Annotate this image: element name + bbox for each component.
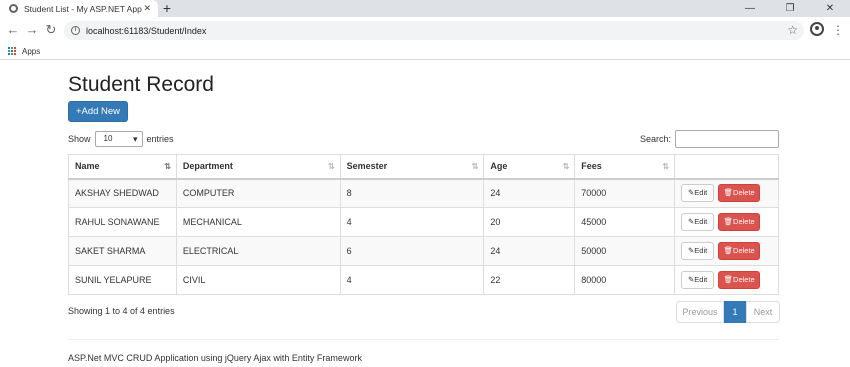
cell-department: COMPUTER <box>175 178 341 208</box>
edit-button[interactable]: ✎Edit <box>681 213 715 231</box>
search-control: Search: <box>640 130 780 148</box>
cell-semester: 6 <box>339 236 485 266</box>
cell-age: 20 <box>483 207 576 237</box>
edit-button[interactable]: ✎Edit <box>681 242 715 260</box>
delete-button[interactable]: 🗑Delete <box>718 213 761 231</box>
column-header-name[interactable]: Name ⇅ <box>68 154 177 180</box>
address-bar[interactable]: i localhost:61183/Student/Index ☆ <box>64 21 804 40</box>
sort-icon: ⇅ <box>471 162 479 171</box>
sort-icon: ⇅ <box>662 162 669 171</box>
cell-fees: 45000 <box>574 207 676 237</box>
cell-actions: ✎Edit 🗑Delete <box>674 207 779 237</box>
url-text: localhost:61183/Student/Index <box>86 25 207 36</box>
delete-button[interactable]: 🗑Delete <box>718 271 761 289</box>
cell-semester: 8 <box>339 178 485 208</box>
bookmark-star-icon[interactable]: ☆ <box>787 23 798 37</box>
cell-age: 24 <box>483 178 576 208</box>
cell-name: AKSHAY SHEDWAD <box>68 178 177 208</box>
delete-button[interactable]: 🗑Delete <box>718 184 761 203</box>
cell-fees: 70000 <box>574 178 676 208</box>
next-page-button[interactable]: Next <box>746 301 780 323</box>
cell-fees: 80000 <box>574 265 676 295</box>
restore-button[interactable]: ❐ <box>770 0 810 17</box>
forward-button[interactable]: → <box>23 21 41 39</box>
column-header-department[interactable]: Department ⇅ <box>175 154 341 180</box>
page-title: Student Record <box>68 73 214 96</box>
table-info: Showing 1 to 4 of 4 entries <box>68 306 175 316</box>
close-window-button[interactable]: ✕ <box>810 0 850 17</box>
cell-fees: 50000 <box>574 236 676 266</box>
column-header-actions <box>674 154 779 180</box>
previous-page-button[interactable]: Previous <box>676 301 724 323</box>
cell-department: ELECTRICAL <box>175 236 341 266</box>
menu-icon[interactable]: ⋮ <box>829 21 847 39</box>
add-new-button[interactable]: +Add New <box>68 101 128 122</box>
cell-semester: 4 <box>339 265 485 295</box>
page-size-control: Show 10 entries <box>68 131 174 147</box>
tab-strip: Student List - My ASP.NET Applic ✕ + — ❐… <box>0 0 850 17</box>
table-row: AKSHAY SHEDWAD COMPUTER 8 24 70000 ✎Edit… <box>68 178 779 208</box>
cell-name: SUNIL YELAPURE <box>68 265 177 295</box>
edit-button[interactable]: ✎Edit <box>681 184 715 203</box>
column-header-semester[interactable]: Semester ⇅ <box>339 154 485 180</box>
cell-age: 22 <box>483 265 576 295</box>
footer-text: ASP.Net MVC CRUD Application using jQuer… <box>68 353 362 363</box>
search-label: Search: <box>640 134 672 144</box>
delete-button[interactable]: 🗑Delete <box>718 242 761 260</box>
cell-department: CIVIL <box>175 265 341 295</box>
show-label: Show <box>68 134 91 144</box>
column-header-fees[interactable]: Fees ⇅ <box>574 154 676 180</box>
student-table: Name ⇅ Department ⇅ Semester ⇅ Age ⇅ Fees ⇅ A… <box>68 154 779 295</box>
bookmarks-bar: Apps <box>0 43 850 60</box>
cell-department: MECHANICAL <box>175 207 341 237</box>
sort-icon: ⇅ <box>327 162 335 171</box>
page-size-select[interactable]: 10 <box>94 131 143 147</box>
info-icon[interactable]: i <box>71 26 80 35</box>
cell-actions: ✎Edit 🗑Delete <box>674 265 779 295</box>
edit-button[interactable]: ✎Edit <box>681 271 715 289</box>
browser-toolbar: ← → ↻ i localhost:61183/Student/Index ☆ … <box>0 17 850 43</box>
tab-title: Student List - My ASP.NET Applic <box>24 3 142 14</box>
cell-name: SAKET SHARMA <box>68 236 177 266</box>
divider <box>68 339 779 340</box>
cell-actions: ✎Edit 🗑Delete <box>674 178 779 208</box>
cell-actions: ✎Edit 🗑Delete <box>674 236 779 266</box>
new-tab-button[interactable]: + <box>160 0 174 17</box>
cell-age: 24 <box>483 236 576 266</box>
pagination: Previous 1 Next <box>676 301 780 323</box>
search-input[interactable] <box>675 130 780 148</box>
table-row: SUNIL YELAPURE CIVIL 4 22 80000 ✎Edit 🗑De… <box>68 265 779 295</box>
globe-icon <box>9 4 18 13</box>
apps-label[interactable]: Apps <box>22 47 40 56</box>
table-header-row: Name ⇅ Department ⇅ Semester ⇅ Age ⇅ Fees ⇅ <box>68 154 779 180</box>
browser-tab[interactable]: Student List - My ASP.NET Applic ✕ <box>0 0 158 17</box>
apps-icon[interactable] <box>8 46 17 56</box>
table-row: RAHUL SONAWANE MECHANICAL 4 20 45000 ✎Ed… <box>68 207 779 237</box>
minimize-button[interactable]: — <box>730 0 770 17</box>
column-header-age[interactable]: Age ⇅ <box>483 154 576 180</box>
close-tab-icon[interactable]: ✕ <box>143 3 151 14</box>
entries-label: entries <box>146 134 174 144</box>
reload-button[interactable]: ↻ <box>42 21 60 39</box>
table-row: SAKET SHARMA ELECTRICAL 6 24 50000 ✎Edit… <box>68 236 779 266</box>
back-button[interactable]: ← <box>4 21 22 39</box>
cell-semester: 4 <box>339 207 485 237</box>
page-content: Student Record +Add New Show 10 entries … <box>0 61 850 367</box>
cell-name: RAHUL SONAWANE <box>68 207 177 237</box>
page-1-button[interactable]: 1 <box>724 301 746 323</box>
account-icon[interactable] <box>810 22 824 36</box>
sort-icon: ⇅ <box>562 162 570 171</box>
sort-asc-icon: ⇅ <box>164 162 171 171</box>
